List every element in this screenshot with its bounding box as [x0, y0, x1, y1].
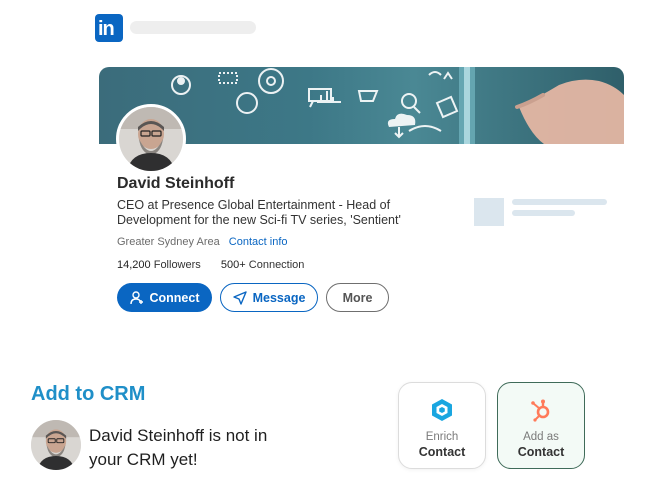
send-icon: [232, 290, 247, 305]
person-photo-icon: [31, 420, 81, 470]
profile-avatar[interactable]: [116, 104, 186, 174]
search-placeholder: [130, 21, 256, 34]
message-button[interactable]: Message: [220, 283, 318, 312]
more-label: More: [342, 290, 373, 305]
more-button[interactable]: More: [326, 283, 389, 312]
crm-avatar: [31, 420, 81, 470]
enrich-logo-icon: [429, 397, 455, 423]
add-person-icon: [129, 290, 143, 304]
crm-status-message: David Steinhoff is not in your CRM yet!: [89, 426, 268, 469]
add-as-contact-button[interactable]: Add as Contact: [497, 382, 585, 469]
linkedin-logo-icon: in: [95, 14, 123, 42]
profile-name: David Steinhoff: [117, 175, 235, 192]
connections-count: 500+: [220, 259, 246, 271]
add-label-line2: Contact: [517, 445, 565, 459]
followers-count: 14,200: [117, 259, 151, 271]
enrich-label-line2: Contact: [418, 445, 466, 459]
connections-label: Connection: [248, 259, 305, 271]
company-name-placeholder: [512, 199, 607, 205]
stats-row: 14,200 Followers 500+ Connection: [117, 259, 304, 271]
company-logo-placeholder: [474, 198, 504, 226]
connect-button[interactable]: Connect: [117, 283, 212, 312]
message-label: Message: [252, 290, 306, 305]
company-detail-placeholder: [512, 210, 575, 216]
contact-info-link[interactable]: Contact info: [229, 236, 288, 248]
enrich-label-line1: Enrich: [425, 431, 459, 443]
add-label-line1: Add as: [523, 431, 559, 443]
location-row: Greater Sydney Area Contact info: [117, 236, 288, 248]
profile-headline: CEO at Presence Global Entertainment - H…: [117, 198, 401, 227]
profile-card: David Steinhoff CEO at Presence Global E…: [99, 67, 624, 337]
connect-label: Connect: [149, 290, 200, 305]
followers-label: Followers: [153, 259, 201, 271]
add-to-crm-title: Add to CRM: [31, 383, 146, 405]
person-photo-icon: [119, 107, 183, 171]
profile-location: Greater Sydney Area: [117, 236, 220, 248]
linkedin-logo-text: in: [98, 18, 115, 40]
enrich-contact-button[interactable]: Enrich Contact: [398, 382, 486, 469]
hubspot-icon: [528, 397, 554, 423]
